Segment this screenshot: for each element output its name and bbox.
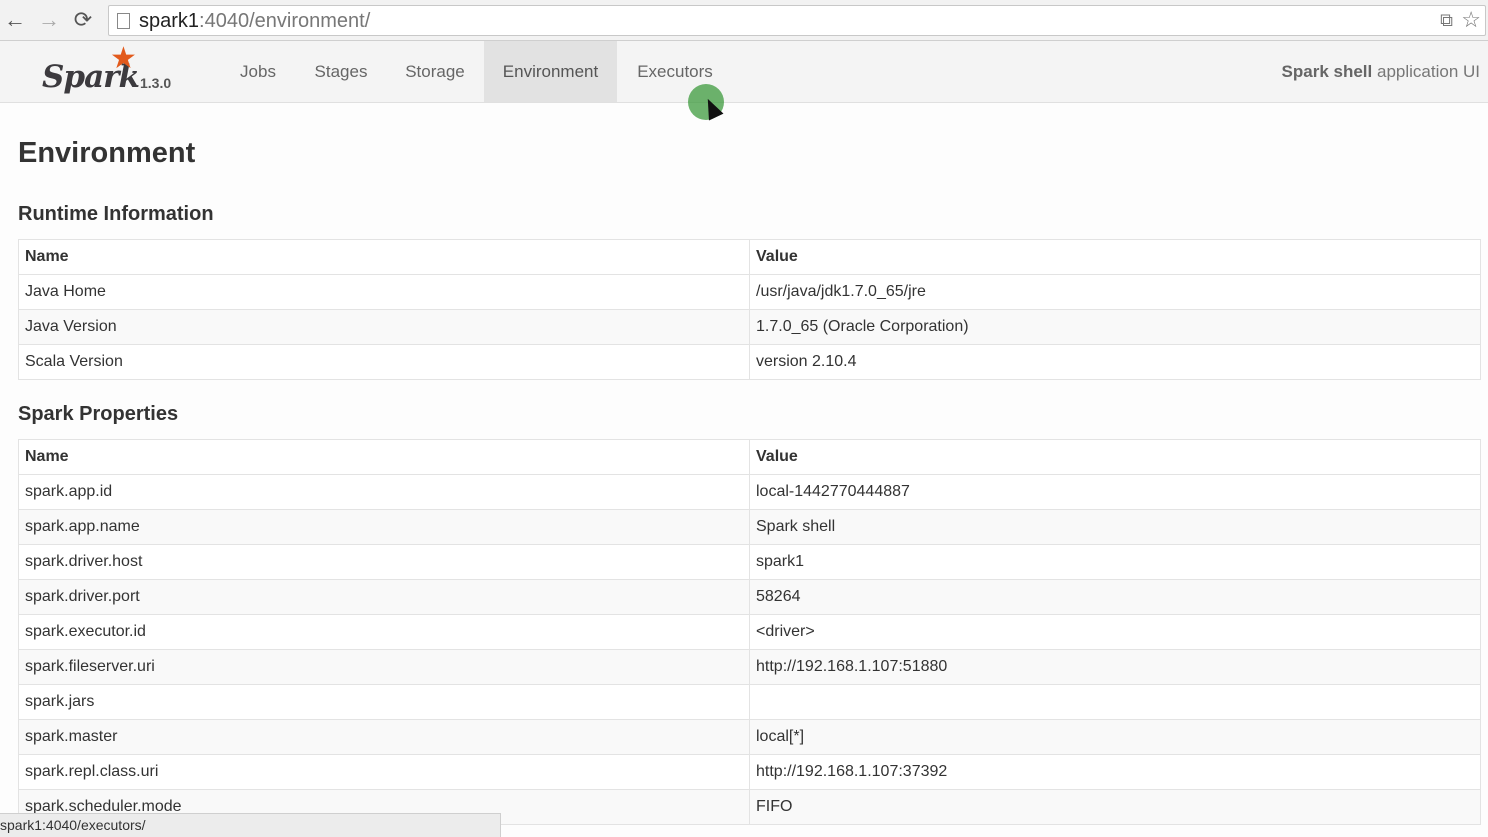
property-name: spark.driver.host xyxy=(18,544,750,580)
tab-stages[interactable]: Stages xyxy=(301,41,381,102)
table-row: spark.fileserver.uri http://192.168.1.107… xyxy=(18,649,1481,685)
forward-icon[interactable]: → xyxy=(36,6,62,34)
app-title: Spark shell application UI xyxy=(1281,62,1480,81)
table-row: spark.jars xyxy=(18,684,1481,720)
property-value: <driver> xyxy=(749,614,1481,650)
table-row: spark.driver.port 58264 xyxy=(18,579,1481,615)
property-name: spark.executor.id xyxy=(18,614,750,650)
spark-star-icon: ★ xyxy=(110,42,137,75)
back-icon[interactable]: ← xyxy=(2,6,28,34)
property-name: Java Home xyxy=(18,274,750,310)
spark-navbar: Spark ★ 1.3.0 Jobs Stages Storage Enviro… xyxy=(0,41,1488,103)
table-row: spark.app.name Spark shell xyxy=(18,509,1481,545)
property-name: spark.master xyxy=(18,719,750,755)
tab-jobs[interactable]: Jobs xyxy=(225,41,291,102)
reload-icon[interactable]: ⟳ xyxy=(70,6,96,34)
table-row: spark.app.id local-1442770444887 xyxy=(18,474,1481,510)
runtime-information-table: Name Value Java Home /usr/java/jdk1.7.0_… xyxy=(18,239,1481,380)
link-status-bar: spark1:4040/executors/ xyxy=(0,813,501,837)
table-header-row: Name Value xyxy=(18,239,1481,275)
column-header-name[interactable]: Name xyxy=(18,239,750,275)
page-title: Environment xyxy=(18,137,196,169)
property-value: Spark shell xyxy=(749,509,1481,545)
property-value: version 2.10.4 xyxy=(749,344,1481,380)
spark-logo[interactable]: Spark ★ 1.3.0 xyxy=(40,42,180,99)
table-row: Java Home /usr/java/jdk1.7.0_65/jre xyxy=(18,274,1481,310)
column-header-name[interactable]: Name xyxy=(18,439,750,475)
table-row: spark.master local[*] xyxy=(18,719,1481,755)
table-row: spark.driver.host spark1 xyxy=(18,544,1481,580)
url-text[interactable]: spark1:4040/environment/ xyxy=(139,9,370,33)
property-value: local-1442770444887 xyxy=(749,474,1481,510)
property-value: /usr/java/jdk1.7.0_65/jre xyxy=(749,274,1481,310)
table-header-row: Name Value xyxy=(18,439,1481,475)
tab-environment[interactable]: Environment xyxy=(484,41,617,102)
page-icon xyxy=(117,13,130,29)
address-bar[interactable]: spark1:4040/environment/ ⧉ ☆ xyxy=(108,5,1486,36)
property-value: spark1 xyxy=(749,544,1481,580)
property-name: spark.driver.port xyxy=(18,579,750,615)
property-value: 58264 xyxy=(749,579,1481,615)
property-value xyxy=(749,684,1481,720)
property-name: spark.app.name xyxy=(18,509,750,545)
spark-properties-heading: Spark Properties xyxy=(18,403,179,425)
column-header-value[interactable]: Value xyxy=(749,239,1481,275)
property-value: local[*] xyxy=(749,719,1481,755)
property-name: spark.fileserver.uri xyxy=(18,649,750,685)
property-value: http://192.168.1.107:37392 xyxy=(749,754,1481,790)
table-row: spark.repl.class.uri http://192.168.1.107… xyxy=(18,754,1481,790)
spark-properties-table: Name Value spark.app.id local-14427704448… xyxy=(18,439,1481,825)
property-name: Scala Version xyxy=(18,344,750,380)
property-value: 1.7.0_65 (Oracle Corporation) xyxy=(749,309,1481,345)
table-row: Java Version 1.7.0_65 (Oracle Corporatio… xyxy=(18,309,1481,345)
spark-version: 1.3.0 xyxy=(140,75,172,91)
browser-toolbar: ← → ⟳ spark1:4040/environment/ ⧉ ☆ xyxy=(0,0,1488,41)
property-value: FIFO xyxy=(749,789,1481,825)
bookmark-star-icon[interactable]: ☆ xyxy=(1461,8,1481,32)
runtime-information-heading: Runtime Information xyxy=(18,203,214,225)
column-header-value[interactable]: Value xyxy=(749,439,1481,475)
property-name: spark.jars xyxy=(18,684,750,720)
property-value: http://192.168.1.107:51880 xyxy=(749,649,1481,685)
tab-storage[interactable]: Storage xyxy=(390,41,480,102)
translate-icon[interactable]: ⧉ xyxy=(1440,8,1453,32)
table-row: spark.executor.id <driver> xyxy=(18,614,1481,650)
property-name: Java Version xyxy=(18,309,750,345)
table-row: Scala Version version 2.10.4 xyxy=(18,344,1481,380)
property-name: spark.app.id xyxy=(18,474,750,510)
property-name: spark.repl.class.uri xyxy=(18,754,750,790)
